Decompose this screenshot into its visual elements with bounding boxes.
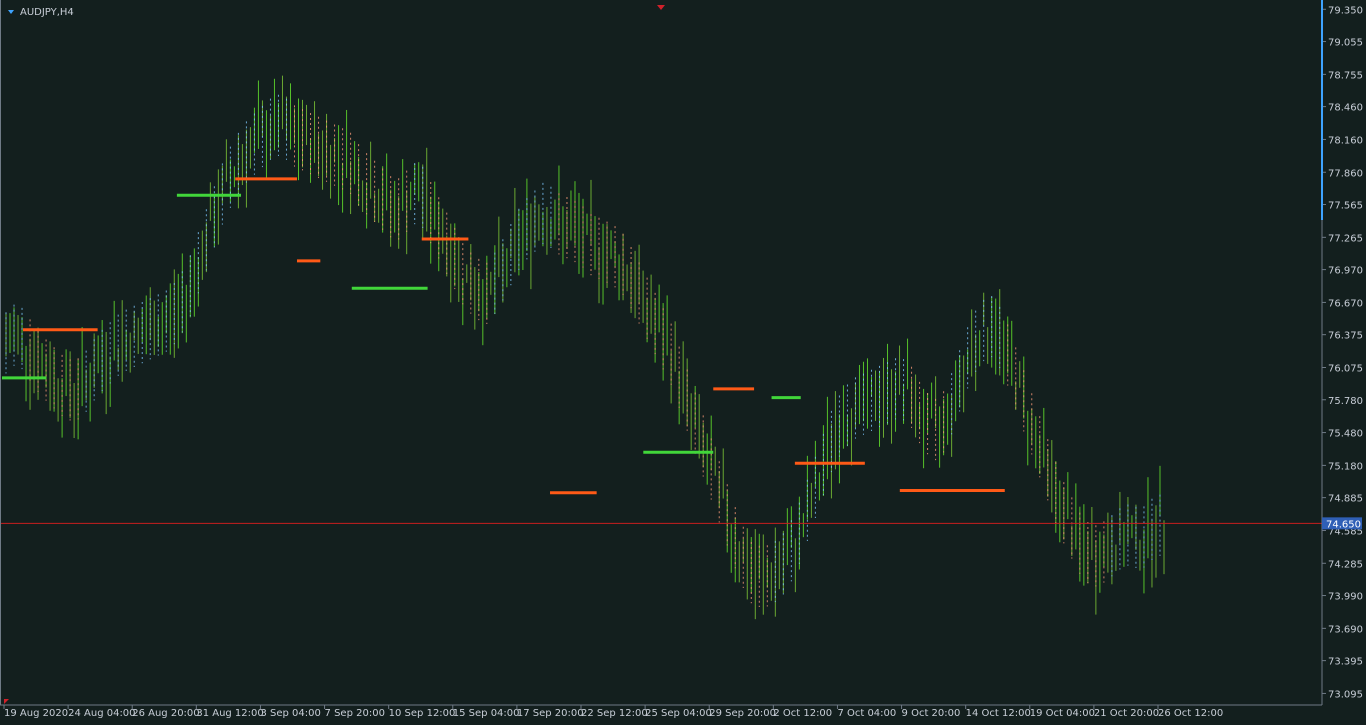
x-tick-label: 9 Oct 20:00	[902, 708, 961, 719]
y-tick-label: 78.460	[1328, 103, 1363, 114]
symbol-label: AUDJPY,H4	[20, 7, 74, 18]
x-tick-label: 19 Aug 2020	[4, 708, 68, 719]
y-tick-label: 77.265	[1328, 233, 1363, 244]
x-tick-label: 25 Sep 04:00	[645, 708, 712, 719]
y-tick-label: 79.350	[1328, 5, 1363, 16]
y-tick-label: 73.395	[1328, 657, 1363, 668]
x-tick-label: 21 Oct 20:00	[1094, 708, 1159, 719]
y-tick-label: 73.990	[1328, 592, 1363, 603]
y-tick-label: 76.075	[1328, 363, 1363, 374]
x-tick-label: 31 Aug 12:00	[196, 708, 263, 719]
y-tick-label: 74.885	[1328, 494, 1363, 505]
x-tick-label: 24 Aug 04:00	[68, 708, 135, 719]
x-tick-label: 14 Oct 12:00	[966, 708, 1031, 719]
x-tick-label: 22 Sep 12:00	[581, 708, 648, 719]
y-tick-label: 76.970	[1328, 266, 1363, 277]
x-tick-label: 26 Aug 20:00	[132, 708, 199, 719]
x-tick-label: 3 Sep 04:00	[260, 708, 320, 719]
x-tick-label: 10 Sep 12:00	[389, 708, 456, 719]
y-tick-label: 75.780	[1328, 396, 1363, 407]
x-tick-label: 2 Oct 12:00	[773, 708, 832, 719]
x-tick-label: 7 Sep 20:00	[325, 708, 385, 719]
x-tick-label: 7 Oct 04:00	[837, 708, 896, 719]
y-tick-label: 79.055	[1328, 38, 1363, 49]
x-tick-label: 26 Oct 12:00	[1158, 708, 1223, 719]
y-tick-label: 77.565	[1328, 201, 1363, 212]
x-tick-label: 19 Oct 04:00	[1030, 708, 1095, 719]
y-tick-label: 73.690	[1328, 624, 1363, 635]
y-tick-label: 78.160	[1328, 135, 1363, 146]
y-tick-label: 78.755	[1328, 70, 1363, 81]
y-tick-label: 77.860	[1328, 168, 1363, 179]
y-tick-label: 75.480	[1328, 429, 1363, 440]
chart: 79.350 79.055 78.755 78.460 78.160 77.860 77.5…	[0, 0, 1366, 725]
y-tick-label: 75.180	[1328, 461, 1363, 472]
y-tick-label: 76.375	[1328, 331, 1363, 342]
y-tick-label: 73.095	[1328, 689, 1363, 700]
y-tick-label: 76.670	[1328, 298, 1363, 309]
x-tick-label: 15 Sep 04:00	[453, 708, 520, 719]
x-tick-label: 17 Sep 20:00	[517, 708, 584, 719]
current-price-label: 74.650	[1326, 519, 1361, 530]
x-tick-label: 29 Sep 20:00	[709, 708, 776, 719]
y-tick-label: 74.285	[1328, 559, 1363, 570]
